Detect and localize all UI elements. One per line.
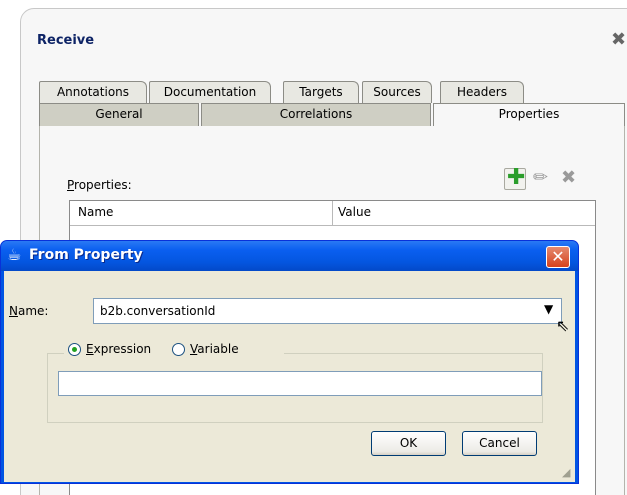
- tab-properties[interactable]: Properties: [433, 103, 625, 127]
- column-divider[interactable]: [332, 201, 333, 225]
- tab-annotations[interactable]: Annotations: [39, 81, 147, 103]
- dropdown-arrow-icon[interactable]: ▼: [544, 302, 553, 316]
- cancel-button[interactable]: Cancel: [462, 431, 537, 456]
- tab-general[interactable]: General: [39, 103, 199, 126]
- radio-group: Expression Variable: [64, 341, 284, 361]
- name-label: Name:: [9, 304, 49, 318]
- from-property-dialog: ☕ From Property ✕ Name: b2b.conversation…: [0, 240, 579, 484]
- tab-documentation[interactable]: Documentation: [149, 81, 271, 103]
- expression-radio-label[interactable]: Expression: [86, 342, 151, 356]
- coffee-cup-icon: ☕: [7, 245, 22, 264]
- ok-button[interactable]: OK: [371, 431, 446, 456]
- close-icon[interactable]: ✕: [546, 246, 570, 268]
- name-value: b2b.conversationId: [100, 304, 216, 318]
- variable-radio-label[interactable]: Variable: [190, 342, 239, 356]
- properties-label: Properties:: [67, 178, 132, 192]
- close-icon[interactable]: ✖: [611, 31, 626, 49]
- dialog-body: Name: b2b.conversationId ▼ ⇖ Expression …: [4, 271, 575, 482]
- column-header-name[interactable]: Name: [78, 205, 113, 219]
- name-combobox[interactable]: b2b.conversationId ▼: [93, 298, 562, 324]
- expression-radio[interactable]: [68, 343, 81, 356]
- delete-x-icon[interactable]: ✖: [561, 168, 583, 190]
- tab-correlations[interactable]: Correlations: [201, 103, 431, 126]
- dialog-titlebar[interactable]: ☕ From Property ✕: [1, 241, 578, 271]
- add-button[interactable]: ✚: [504, 165, 526, 190]
- expression-input[interactable]: [58, 371, 542, 396]
- column-header-value[interactable]: Value: [338, 205, 371, 219]
- receive-title: Receive: [37, 33, 95, 48]
- resize-grip-icon[interactable]: ◢: [562, 466, 570, 479]
- mouse-cursor-icon: ⇖: [556, 316, 570, 335]
- edit-pencil-icon[interactable]: ✏: [533, 168, 555, 190]
- dialog-title: From Property: [29, 247, 143, 263]
- tab-targets[interactable]: Targets: [283, 81, 359, 103]
- table-header: Name Value: [70, 201, 595, 226]
- tab-sources[interactable]: Sources: [362, 81, 432, 103]
- variable-radio[interactable]: [172, 343, 185, 356]
- tab-headers[interactable]: Headers: [440, 81, 524, 103]
- plus-icon: ✚: [507, 165, 526, 190]
